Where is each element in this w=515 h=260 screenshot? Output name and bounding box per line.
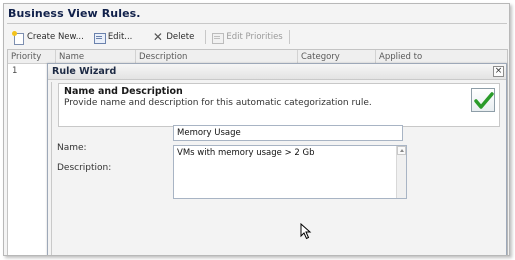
dialog-title: Rule Wizard (52, 66, 117, 77)
scroll-up-icon[interactable] (397, 146, 406, 155)
edit-icon (93, 32, 106, 44)
step-description: Provide name and description for this au… (64, 98, 372, 108)
edit-priorities-label: Edit Priorities (226, 32, 283, 42)
edit-button[interactable]: Edit... (91, 28, 136, 46)
delete-button[interactable]: ✕ Delete (149, 28, 197, 46)
edit-priorities-icon (212, 32, 225, 44)
delete-icon: ✕ (152, 29, 163, 44)
column-header-description[interactable]: Description (136, 50, 298, 64)
column-header-name[interactable]: Name (56, 50, 136, 64)
name-field[interactable]: Memory Usage (173, 125, 403, 141)
edit-label: Edit... (107, 32, 133, 42)
business-view-rules-panel: Business View Rules. Create New... Edit.… (3, 3, 510, 256)
column-header-applied-to[interactable]: Applied to (376, 50, 509, 64)
description-scrollbar[interactable] (396, 146, 406, 198)
check-icon (471, 88, 495, 112)
mouse-cursor-icon (300, 223, 312, 240)
description-field[interactable]: VMs with memory usage > 2 Gb (173, 145, 407, 199)
description-text: VMs with memory usage > 2 Gb (177, 148, 315, 158)
title-divider (7, 23, 507, 24)
delete-label: Delete (166, 32, 195, 42)
close-icon[interactable]: × (493, 66, 504, 77)
wizard-step-header: Name and Description Provide name and de… (58, 83, 500, 127)
create-new-icon (12, 30, 24, 45)
toolbar: Create New... Edit... ✕ Delete Edit Prio… (10, 27, 293, 47)
create-new-label: Create New... (27, 32, 84, 42)
toolbar-separator (288, 30, 290, 44)
toolbar-separator (205, 30, 207, 44)
create-new-button[interactable]: Create New... (10, 28, 87, 46)
description-label: Description: (57, 163, 112, 173)
table-row[interactable]: 1 (8, 65, 17, 78)
name-label: Name: (57, 143, 87, 153)
dialog-titlebar[interactable]: Rule Wizard × (48, 64, 506, 80)
page-title: Business View Rules. (8, 7, 141, 20)
table-header: Priority Name Description Category Appli… (8, 50, 507, 64)
edit-priorities-button[interactable]: Edit Priorities (209, 28, 285, 46)
column-header-priority[interactable]: Priority (8, 50, 56, 64)
column-header-category[interactable]: Category (298, 50, 376, 64)
step-title: Name and Description (64, 86, 183, 97)
